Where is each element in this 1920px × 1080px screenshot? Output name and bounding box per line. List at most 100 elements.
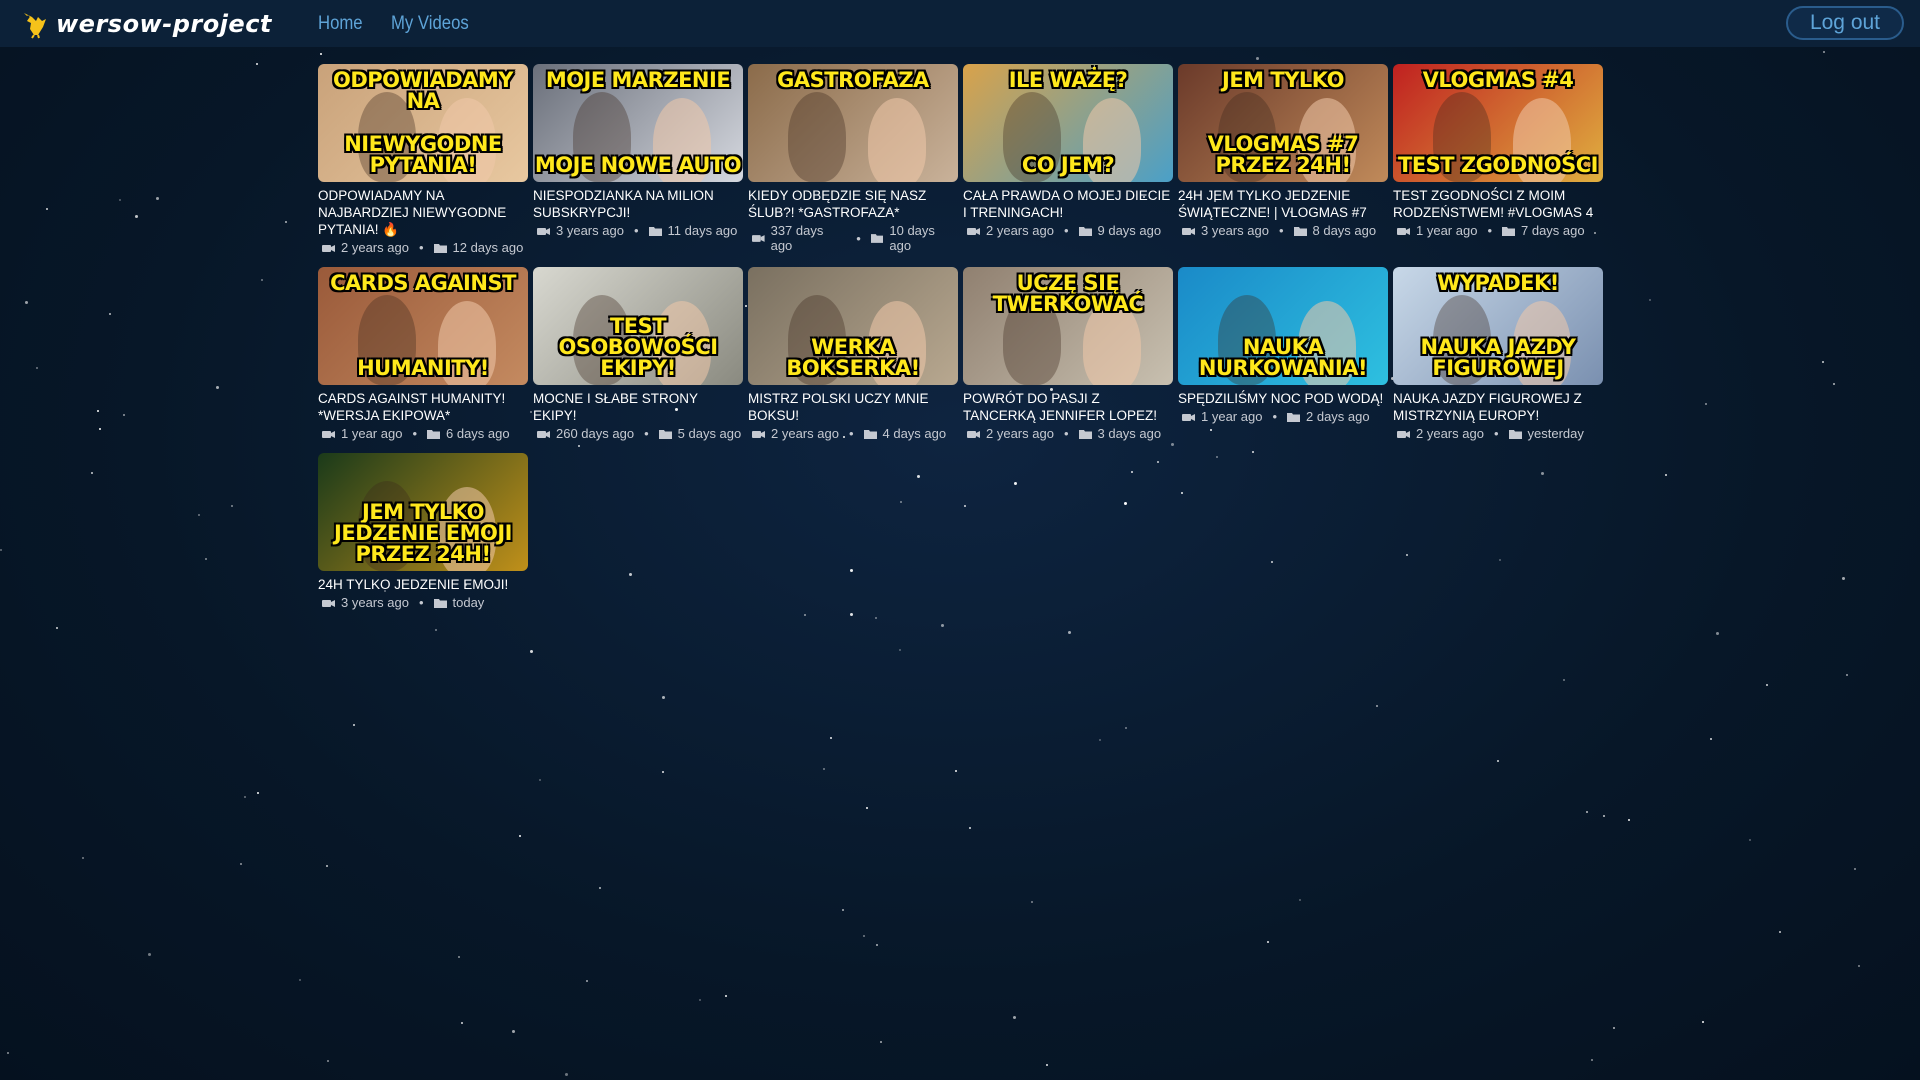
video-thumbnail[interactable]: MOJE MARZENIE MOJE NOWE AUTO [533,64,743,182]
video-thumbnail[interactable]: WYPADEK! NAUKA JAZDY FIGUROWEJ [1393,267,1603,385]
folder-icon [648,226,662,236]
video-camera-icon [967,430,980,438]
added-date: 2 days ago [1306,409,1370,424]
thumbnail-caption-top: MOJE MARZENIE [545,68,731,92]
thumbnail-caption-bottom: CO JEM? [1021,153,1115,177]
video-title[interactable]: 24H JEM TYLKO JEDZENIE ŚWIĄTECZNE! | VLO… [1178,187,1388,221]
thumbnail-figure [868,98,926,182]
app-name: wersow-project [56,9,272,38]
video-thumbnail[interactable]: ILE WAŻĘ? CO JEM? [963,64,1173,182]
video-thumbnail[interactable]: CARDS AGAINST HUMANITY! [318,267,528,385]
added-date: 12 days ago [452,240,524,255]
logout-button[interactable]: Log out [1786,6,1904,40]
thumbnail-caption-bottom: TEST ZGODNOŚCI [1398,153,1598,177]
video-meta: 1 year ago • 7 days ago [1393,223,1603,238]
video-meta: 2 years ago • 4 days ago [748,426,958,441]
video-card-10[interactable]: UCZĘ SIĘ TWERKOWAĆ POWRÓT DO PASJI Z TAN… [963,267,1173,441]
uploaded-date: 2 years ago [986,223,1054,238]
video-title[interactable]: SPĘDZILIŚMY NOC POD WODĄ! [1178,390,1388,407]
video-thumbnail[interactable]: GASTROFAZA [748,64,958,182]
video-meta: 3 years ago • today [318,595,528,610]
thumbnail-caption-bottom: NAUKA JAZDY FIGUROWEJ [1420,335,1576,380]
uploaded-date: 1 year ago [341,426,403,441]
nav-home-link[interactable]: Home [318,13,363,35]
separator-dot: • [1487,223,1492,238]
app-logo[interactable]: wersow-project [20,9,272,39]
video-meta: 3 years ago • 8 days ago [1178,223,1388,238]
thumbnail-caption-bottom: NAUKA NURKOWANIA! [1198,335,1368,380]
folder-icon [1287,412,1300,422]
video-card-13[interactable]: JEM TYLKO JEDZENIE EMOJI PRZEZ 24H! 24H … [318,453,528,610]
video-thumbnail[interactable]: TEST OSOBOWOŚCI EKIPY! [533,267,743,385]
video-thumbnail[interactable]: VLOGMAS #4 TEST ZGODNOŚCI [1393,64,1603,182]
thumbnail-caption-bottom: WERKA BOKSERKA! [786,335,920,380]
video-meta: 2 years ago • 12 days ago [318,240,528,255]
video-thumbnail[interactable]: UCZĘ SIĘ TWERKOWAĆ [963,267,1173,385]
folder-icon [1502,226,1515,236]
video-thumbnail[interactable]: NAUKA NURKOWANIA! [1178,267,1388,385]
uploaded-date: 3 years ago [1201,223,1269,238]
added-date: 10 days ago [889,223,935,253]
added-date: 5 days ago [677,426,742,441]
thumbnail-caption-bottom: HUMANITY! [357,356,489,380]
video-title[interactable]: KIEDY ODBĘDZIE SIĘ NASZ ŚLUB?! *GASTROFA… [748,187,958,221]
video-card-6[interactable]: VLOGMAS #4 TEST ZGODNOŚCI TEST ZGODNOŚCI… [1393,64,1603,255]
video-title[interactable]: CARDS AGAINST HUMANITY! *WERSJA EKIPOWA* [318,390,528,424]
video-card-5[interactable]: JEM TYLKO VLOGMAS #7 PRZEZ 24H! 24H JEM … [1178,64,1388,255]
video-title[interactable]: MOCNE I SŁABE STRONY EKIPY! [533,390,743,424]
thumbnail-caption-top: UCZĘ SIĘ TWERKOWAĆ [992,271,1144,316]
added-date: 8 days ago [1312,223,1377,238]
video-title[interactable]: MISTRZ POLSKI UCZY MNIE BOKSU! [748,390,958,424]
video-card-7[interactable]: CARDS AGAINST HUMANITY! CARDS AGAINST HU… [318,267,528,441]
added-date: today [452,595,485,610]
video-camera-icon [537,227,550,235]
video-card-11[interactable]: NAUKA NURKOWANIA! SPĘDZILIŚMY NOC POD WO… [1178,267,1388,441]
uploaded-date: 2 years ago [341,240,409,255]
nav-my-videos-link[interactable]: My Videos [391,13,469,35]
uploaded-date: 3 years ago [556,223,624,238]
thumbnail-caption-top: JEM TYLKO [1222,68,1344,92]
folder-icon [870,234,884,243]
separator-dot: • [1063,426,1069,441]
video-title[interactable]: TEST ZGODNOŚCI Z MOIM RODZEŃSTWEM! #VLOG… [1393,187,1603,221]
thumbnail-caption-top: ODPOWIADAMY NA [332,68,514,113]
video-camera-icon [322,430,335,438]
video-title[interactable]: NIESPODZIANKA NA MILION SUBSKRYPCJI! [533,187,743,221]
video-card-1[interactable]: ODPOWIADAMY NA NIEWYGODNE PYTANIA! ODPOW… [318,64,528,255]
video-title[interactable]: 24H TYLKO JEDZENIE EMOJI! [318,576,528,593]
video-card-8[interactable]: TEST OSOBOWOŚCI EKIPY! MOCNE I SŁABE STR… [533,267,743,441]
separator-dot: • [1063,223,1069,238]
video-camera-icon [1182,413,1195,421]
video-title[interactable]: POWRÓT DO PASJI Z TANCERKĄ JENNIFER LOPE… [963,390,1173,424]
video-thumbnail[interactable]: JEM TYLKO JEDZENIE EMOJI PRZEZ 24H! [318,453,528,571]
video-thumbnail[interactable]: JEM TYLKO VLOGMAS #7 PRZEZ 24H! [1178,64,1388,182]
folder-icon [433,598,447,608]
uploaded-date: 2 years ago [771,426,839,441]
folder-icon [1078,429,1092,439]
video-card-3[interactable]: GASTROFAZA KIEDY ODBĘDZIE SIĘ NASZ ŚLUB?… [748,64,958,255]
uploaded-date: 337 days ago [770,223,824,253]
video-meta: 2 years ago • 9 days ago [963,223,1173,238]
folder-icon [433,243,447,253]
video-title[interactable]: NAUKA JAZDY FIGUROWEJ Z MISTRZYNIĄ EUROP… [1393,390,1603,424]
separator-dot: • [1278,223,1284,238]
thumbnail-caption-top: GASTROFAZA [777,68,929,92]
video-title[interactable]: CAŁA PRAWDA O MOJEJ DIECIE I TRENINGACH! [963,187,1173,221]
video-card-9[interactable]: WERKA BOKSERKA! MISTRZ POLSKI UCZY MNIE … [748,267,958,441]
separator-dot: • [418,595,424,610]
uploaded-date: 260 days ago [556,426,635,441]
video-title[interactable]: ODPOWIADAMY NA NAJBARDZIEJ NIEWYGODNE PY… [318,187,528,238]
thumbnail-caption-bottom: MOJE NOWE AUTO [534,153,742,177]
separator-dot: • [418,240,424,255]
video-thumbnail[interactable]: WERKA BOKSERKA! [748,267,958,385]
separator-dot: • [848,426,854,441]
video-card-2[interactable]: MOJE MARZENIE MOJE NOWE AUTO NIESPODZIAN… [533,64,743,255]
added-date: 9 days ago [1097,223,1162,238]
video-thumbnail[interactable]: ODPOWIADAMY NA NIEWYGODNE PYTANIA! [318,64,528,182]
top-navigation-bar: wersow-project Home My Videos Log out [0,0,1920,47]
uploaded-date: 3 years ago [341,595,409,610]
rooster-logo-icon [24,12,46,39]
thumbnail-caption-bottom: TEST OSOBOWOŚCI EKIPY! [558,314,718,380]
video-card-12[interactable]: WYPADEK! NAUKA JAZDY FIGUROWEJ NAUKA JAZ… [1393,267,1603,441]
video-card-4[interactable]: ILE WAŻĘ? CO JEM? CAŁA PRAWDA O MOJEJ DI… [963,64,1173,255]
